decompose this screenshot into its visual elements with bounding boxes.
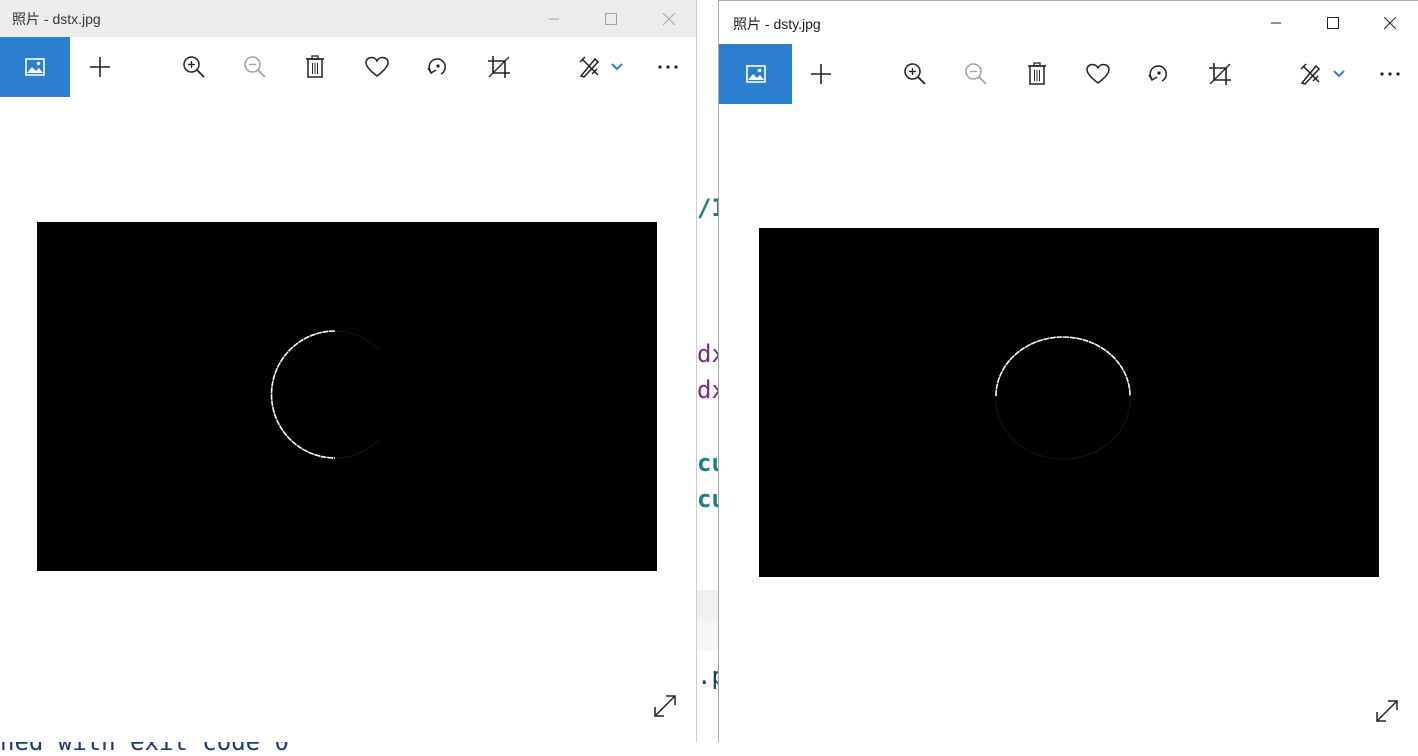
crop-icon (488, 56, 510, 78)
maximize-icon (1326, 16, 1339, 29)
favorite-button[interactable] (1073, 44, 1123, 104)
delete-icon (1028, 62, 1046, 85)
more-button[interactable] (1365, 44, 1415, 104)
zoom-in-button[interactable] (890, 44, 940, 104)
close-icon (662, 12, 675, 25)
more-icon (658, 65, 678, 69)
edge-image-dsty (995, 336, 1131, 460)
zoom-in-button[interactable] (169, 37, 219, 97)
chevron-down-icon (1333, 70, 1345, 78)
favorite-icon (365, 56, 389, 77)
favorite-icon (1086, 63, 1110, 84)
delete-icon (306, 55, 324, 78)
minimize-icon (548, 18, 559, 19)
title-bar[interactable]: 照片 - dstx.jpg (0, 0, 696, 37)
see-all-photos-button[interactable] (719, 44, 792, 104)
photo-icon (25, 58, 45, 76)
crop-button[interactable] (1195, 44, 1245, 104)
rotate-icon (427, 58, 446, 75)
edge-image-dstx (270, 330, 380, 459)
add-button[interactable] (796, 44, 846, 104)
more-button[interactable] (643, 37, 693, 97)
window-title: 照片 - dsty.jpg (733, 16, 821, 32)
photos-window-dstx: 照片 - dstx.jpg (0, 0, 697, 742)
minimize-button[interactable] (1247, 1, 1304, 44)
full-screen-button[interactable] (652, 693, 682, 723)
zoom-out-icon (965, 63, 987, 85)
see-all-photos-button[interactable] (0, 37, 70, 97)
minimize-icon (1270, 22, 1281, 23)
edit-dropdown-button[interactable] (600, 37, 634, 97)
crop-button[interactable] (474, 37, 524, 97)
edit-create-icon (579, 56, 600, 78)
close-button[interactable] (640, 0, 696, 37)
editor-band (697, 620, 718, 650)
add-icon (811, 64, 831, 84)
expand-icon (1376, 700, 1398, 722)
title-bar[interactable]: 照片 - dsty.jpg (719, 1, 1418, 44)
rotate-button[interactable] (1134, 44, 1184, 104)
crop-icon (1209, 63, 1231, 85)
maximize-button[interactable] (582, 0, 639, 37)
maximize-button[interactable] (1304, 1, 1361, 44)
close-icon (1383, 16, 1396, 29)
zoom-in-icon (183, 56, 205, 78)
edit-create-icon (1300, 63, 1321, 85)
zoom-out-button[interactable] (230, 37, 280, 97)
rotate-button[interactable] (413, 37, 463, 97)
photo-icon (745, 65, 766, 83)
photos-window-dsty: 照片 - dsty.jpg (718, 0, 1418, 742)
zoom-out-button[interactable] (951, 44, 1001, 104)
delete-button[interactable] (290, 37, 340, 97)
editor-band (697, 590, 718, 620)
toolbar (0, 37, 696, 97)
photo-viewer[interactable] (37, 222, 657, 571)
close-button[interactable] (1361, 1, 1418, 44)
photo-viewer[interactable] (759, 228, 1379, 577)
maximize-icon (604, 12, 617, 25)
delete-button[interactable] (1012, 44, 1062, 104)
edit-dropdown-button[interactable] (1322, 44, 1356, 104)
chevron-down-icon (611, 63, 623, 71)
favorite-button[interactable] (352, 37, 402, 97)
zoom-in-icon (904, 63, 926, 85)
toolbar (719, 44, 1418, 104)
minimize-button[interactable] (525, 0, 582, 37)
window-title: 照片 - dstx.jpg (12, 11, 101, 27)
rotate-icon (1148, 65, 1167, 82)
zoom-out-icon (244, 56, 266, 78)
expand-icon (654, 695, 676, 717)
add-icon (90, 57, 110, 77)
add-button[interactable] (75, 37, 125, 97)
more-icon (1380, 72, 1400, 76)
full-screen-button[interactable] (1374, 698, 1404, 728)
